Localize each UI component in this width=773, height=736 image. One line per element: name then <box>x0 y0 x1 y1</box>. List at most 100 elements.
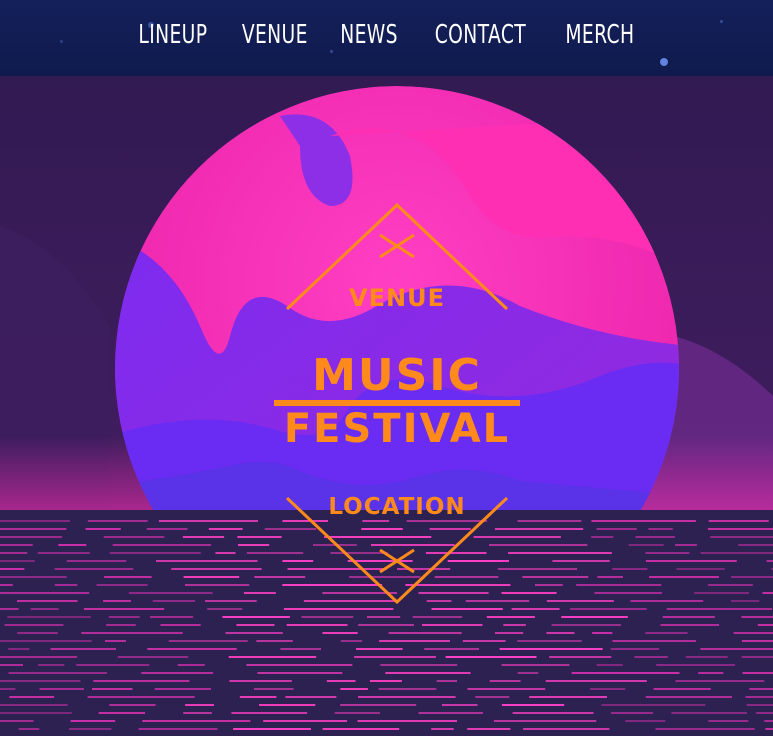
sea-line <box>0 688 16 690</box>
sea-line <box>649 576 719 578</box>
sea-line <box>147 648 237 650</box>
sea-line <box>764 720 773 722</box>
sea-line <box>85 528 121 530</box>
sea-line <box>237 544 270 546</box>
sea-line <box>508 552 612 554</box>
sea-line <box>475 696 510 698</box>
sea-line <box>237 536 282 538</box>
sea-line <box>549 656 612 658</box>
sea-line <box>222 616 290 618</box>
sea-line <box>171 568 262 570</box>
sea-line <box>0 720 34 722</box>
sea-line <box>141 672 214 674</box>
sea-line <box>473 536 561 538</box>
sea-line <box>655 728 755 730</box>
sea-line <box>489 680 521 682</box>
sea-line <box>628 544 664 546</box>
sea-line <box>233 728 311 730</box>
sea-line <box>385 672 471 674</box>
sea-line <box>0 592 90 594</box>
sea-line <box>109 552 201 554</box>
nav-link-lineup[interactable]: LINEUP <box>139 20 208 50</box>
sea-line <box>231 712 308 714</box>
sea-line <box>653 688 711 690</box>
sea-line <box>185 704 214 706</box>
sea-line <box>215 552 236 554</box>
sea-line <box>612 568 648 570</box>
sea-line <box>324 536 432 538</box>
sea-line <box>0 520 71 522</box>
sea-line <box>349 576 421 578</box>
sea-line <box>733 632 773 634</box>
sea-line <box>92 688 133 690</box>
sea-line <box>517 520 582 522</box>
sea-line <box>205 600 257 602</box>
sea-line <box>590 688 626 690</box>
sea-line <box>576 584 662 586</box>
sea-line <box>708 720 749 722</box>
sea-line <box>246 664 353 666</box>
sea-line <box>431 608 503 610</box>
sea-line <box>106 624 136 626</box>
sea-line <box>104 576 152 578</box>
sea-line <box>225 632 283 634</box>
sea-line <box>156 560 258 562</box>
sea-line <box>545 680 647 682</box>
sea-line <box>489 544 588 546</box>
sea-line <box>0 568 25 570</box>
sea-line <box>0 584 13 586</box>
sea-line <box>596 664 623 666</box>
sea-line <box>83 608 165 610</box>
sea-line <box>676 568 725 570</box>
sea-line <box>666 608 773 610</box>
sea-line <box>239 696 277 698</box>
sea-line <box>361 528 403 530</box>
sea-line <box>0 680 81 682</box>
nav-link-venue[interactable]: VENUE <box>242 20 308 50</box>
sea-line <box>766 560 773 562</box>
sea-line <box>671 712 748 714</box>
sea-line <box>259 704 316 706</box>
sea-line <box>708 520 769 522</box>
sea-line <box>354 656 436 658</box>
sea-line <box>142 720 251 722</box>
sea-line <box>103 600 131 602</box>
sea-line <box>0 552 28 554</box>
sea-line <box>591 536 614 538</box>
sea-line <box>660 624 720 626</box>
sea-line <box>645 552 690 554</box>
sea-line <box>66 560 127 562</box>
sea-line <box>517 672 539 674</box>
sea-line <box>447 560 509 562</box>
sea-line <box>700 648 773 650</box>
sea-line <box>0 664 23 666</box>
sea-line <box>493 720 597 722</box>
sea-line <box>648 528 673 530</box>
sea-line <box>707 528 773 530</box>
sea-line <box>645 560 737 562</box>
sea-line <box>228 656 317 658</box>
nav-link-contact[interactable]: CONTACT <box>435 20 526 50</box>
sea-line <box>347 560 413 562</box>
nav-link-news[interactable]: NEWS <box>340 20 398 50</box>
sea-line <box>146 528 188 530</box>
sea-line <box>522 576 589 578</box>
sea-line <box>645 696 733 698</box>
sea-line <box>303 600 398 602</box>
sea-line <box>326 680 356 682</box>
sea-line <box>184 584 250 586</box>
sea-line <box>426 600 452 602</box>
sea-line <box>152 600 195 602</box>
sea-line <box>108 616 140 618</box>
sea-line <box>698 672 724 674</box>
sea-line <box>511 608 560 610</box>
sea-line <box>0 656 78 658</box>
sea-line <box>406 520 488 522</box>
sea-line <box>486 616 535 618</box>
sea-line <box>494 528 584 530</box>
sea-line <box>37 552 90 554</box>
nav-link-merch[interactable]: MERCH <box>565 20 634 50</box>
sea-line <box>362 520 390 522</box>
poster-title-festival: FESTIVAL <box>283 406 511 452</box>
sea-line <box>160 624 201 626</box>
